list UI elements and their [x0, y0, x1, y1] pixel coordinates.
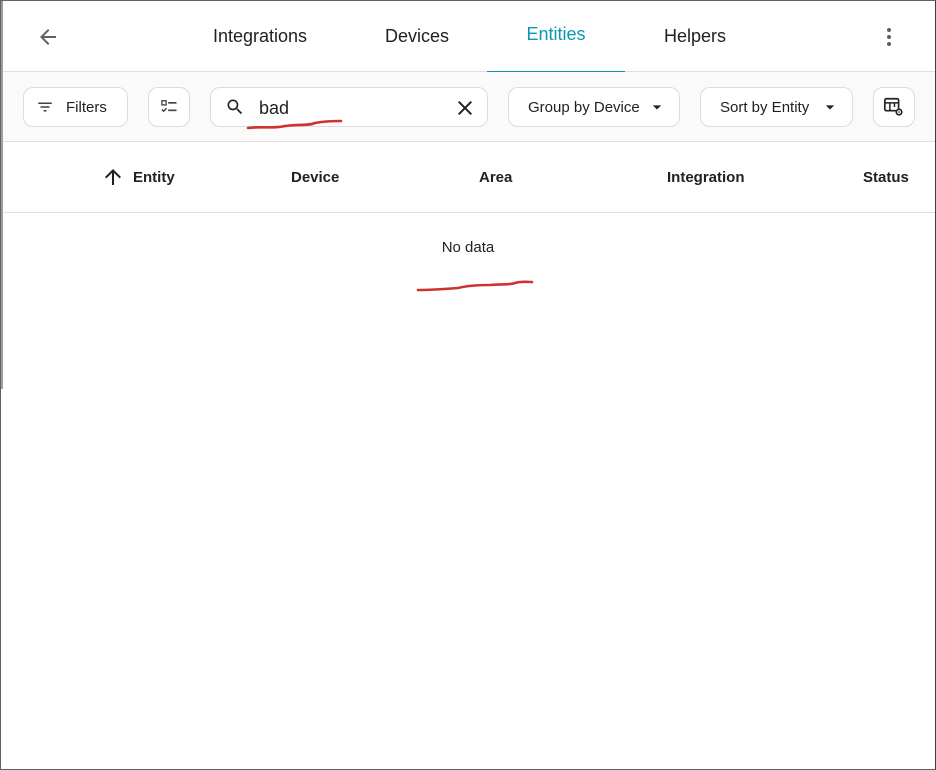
column-area-label: Area — [479, 168, 513, 186]
menu-down-icon — [825, 105, 835, 110]
close-icon[interactable] — [453, 96, 477, 120]
overflow-menu-button[interactable] — [869, 17, 909, 57]
column-header-status[interactable]: Status — [863, 142, 909, 212]
tab-entities[interactable]: Entities — [487, 1, 625, 73]
arrow-up-icon — [105, 169, 121, 185]
format-list-checks-icon — [161, 100, 177, 113]
group-by-label: Group by Device — [528, 98, 640, 116]
tab-devices[interactable]: Devices — [369, 1, 465, 72]
group-by-dropdown[interactable]: Group by Device — [508, 87, 680, 127]
app-frame: Integrations Devices Entities Helpers Fi… — [0, 0, 936, 770]
tab-integrations[interactable]: Integrations — [197, 1, 323, 72]
column-header-integration[interactable]: Integration — [667, 142, 745, 212]
data-table-toolbar: Filters Group by Device — [1, 72, 935, 142]
tab-entities-label: Entities — [526, 24, 586, 44]
column-header-entity[interactable]: Entity — [101, 142, 175, 212]
dots-vertical-icon — [887, 28, 891, 46]
top-app-bar: Integrations Devices Entities Helpers — [1, 1, 935, 73]
tab-devices-label: Devices — [384, 26, 450, 46]
sort-by-dropdown[interactable]: Sort by Entity — [700, 87, 853, 127]
search-field — [210, 87, 488, 127]
column-device-label: Device — [291, 168, 340, 186]
column-integration-label: Integration — [667, 168, 745, 186]
back-button[interactable] — [28, 17, 68, 57]
empty-state-text: No data — [441, 239, 495, 256]
tab-helpers-label: Helpers — [663, 26, 727, 46]
arrow-left-icon — [40, 29, 56, 45]
column-header-device[interactable]: Device — [291, 142, 339, 212]
filter-variant-icon — [38, 102, 52, 112]
column-header-area[interactable]: Area — [479, 142, 512, 212]
search-input[interactable] — [259, 95, 439, 121]
left-edge-divider — [1, 1, 3, 389]
sort-by-label: Sort by Entity — [720, 98, 810, 116]
search-icon — [227, 99, 243, 115]
selection-mode-button[interactable] — [148, 87, 190, 127]
tab-helpers[interactable]: Helpers — [649, 1, 741, 72]
column-status-label: Status — [863, 168, 909, 186]
table-header-row: Entity Device Area Integration Status — [1, 142, 935, 213]
filters-label: Filters — [66, 98, 107, 116]
filters-button[interactable]: Filters — [23, 87, 128, 127]
menu-down-icon — [652, 105, 662, 110]
table-settings-button[interactable] — [873, 87, 915, 127]
column-entity-label: Entity — [133, 168, 175, 186]
tab-integrations-label: Integrations — [212, 26, 308, 46]
table-cog-icon — [884, 97, 903, 116]
